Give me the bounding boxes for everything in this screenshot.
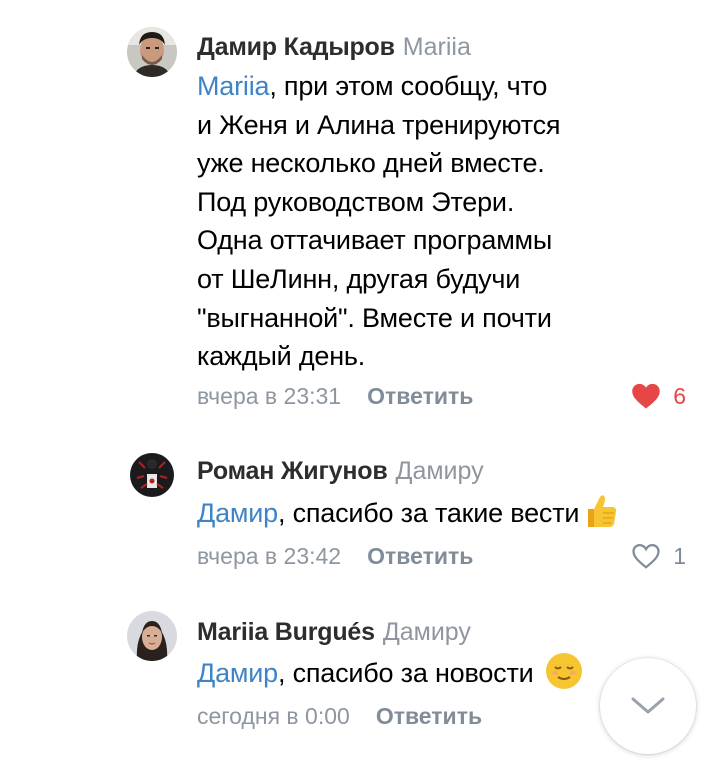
scroll-down-button[interactable] [600,658,696,754]
reply-to-label[interactable]: Дамиру [383,618,471,646]
comment-author[interactable]: Дамир Кадыров [197,33,395,61]
heart-outline-icon [632,543,660,569]
like-count: 1 [673,542,686,569]
thumbs-up-icon [588,495,617,527]
relieved-face-icon [545,652,582,689]
heart-filled-icon [632,383,660,409]
comment-author[interactable]: Mariia Burgués [197,618,375,646]
mention-link[interactable]: Дамир [197,498,278,528]
like-button[interactable]: 1 [631,541,686,571]
avatar[interactable] [127,27,177,77]
comment-body: , спасибо за такие вести [277,498,580,528]
comment-time[interactable]: вчера в 23:42 [197,543,341,569]
reply-button[interactable]: Ответить [367,543,473,569]
reply-to-label[interactable]: Mariia [403,33,471,61]
comment-text: Mariia, при этом сообщу, что и Женя и Ал… [197,67,667,376]
comment-body: , при этом сообщу, что и Женя и Алина тр… [197,71,561,372]
reply-button[interactable]: Ответить [367,383,473,409]
mention-link[interactable]: Дамир [197,658,278,688]
avatar[interactable] [127,450,177,500]
comment-text: Дамир, спасибо за такие вести [197,494,697,533]
like-count: 6 [673,382,686,409]
comment-body: , спасибо за новости [277,658,534,688]
comment-time[interactable]: сегодня в 0:00 [197,703,350,729]
chevron-down-icon [631,697,665,714]
reply-button[interactable]: Ответить [376,703,482,729]
mention-link[interactable]: Mariia [197,71,270,101]
reply-to-label[interactable]: Дамиру [396,457,484,485]
like-button[interactable]: 6 [631,381,686,411]
comment-time[interactable]: вчера в 23:31 [197,383,341,409]
avatar[interactable] [127,611,177,661]
comment-author[interactable]: Роман Жигунов [197,457,388,485]
